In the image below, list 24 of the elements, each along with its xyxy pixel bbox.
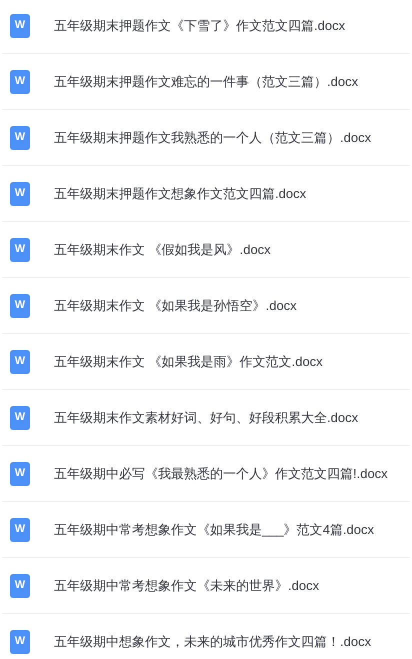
document-icon: W [10,294,30,318]
document-icon: W [10,574,30,598]
document-icon: W [10,182,30,206]
file-name[interactable]: 五年级期中常考想象作文《未来的世界》.docx [54,576,320,596]
file-name[interactable]: 五年级期末作文 《如果我是雨》作文范文.docx [54,352,323,372]
file-name[interactable]: 五年级期中想象作文，未来的城市优秀作文四篇！.docx [54,632,372,652]
file-name[interactable]: 五年级期末作文 《假如我是风》.docx [54,240,271,260]
document-icon: W [10,630,30,654]
file-name[interactable]: 五年级期末作文素材好词、好句、好段积累大全.docx [54,408,358,428]
document-icon: W [10,70,30,94]
document-icon: W [10,406,30,430]
file-name[interactable]: 五年级期末押题作文想象作文范文四篇.docx [54,184,306,204]
file-name[interactable]: 五年级期中常考想象作文《如果我是___》范文4篇.docx [54,520,374,540]
document-icon: W [10,238,30,262]
document-icon: W [10,350,30,374]
document-icon: W [10,126,30,150]
file-name[interactable]: 五年级期末作文 《如果我是孙悟空》.docx [54,296,297,316]
document-icon: W [10,518,30,542]
document-icon: W [10,462,30,486]
file-name[interactable]: 五年级期末押题作文难忘的一件事（范文三篇）.docx [54,72,358,92]
document-icon: W [10,14,30,38]
file-name[interactable]: 五年级期中必写《我最熟悉的一个人》作文范文四篇!.docx [54,464,388,484]
file-name[interactable]: 五年级期末押题作文《下雪了》作文范文四篇.docx [54,16,346,36]
file-name[interactable]: 五年级期末押题作文我熟悉的一个人（范文三篇）.docx [54,128,372,148]
